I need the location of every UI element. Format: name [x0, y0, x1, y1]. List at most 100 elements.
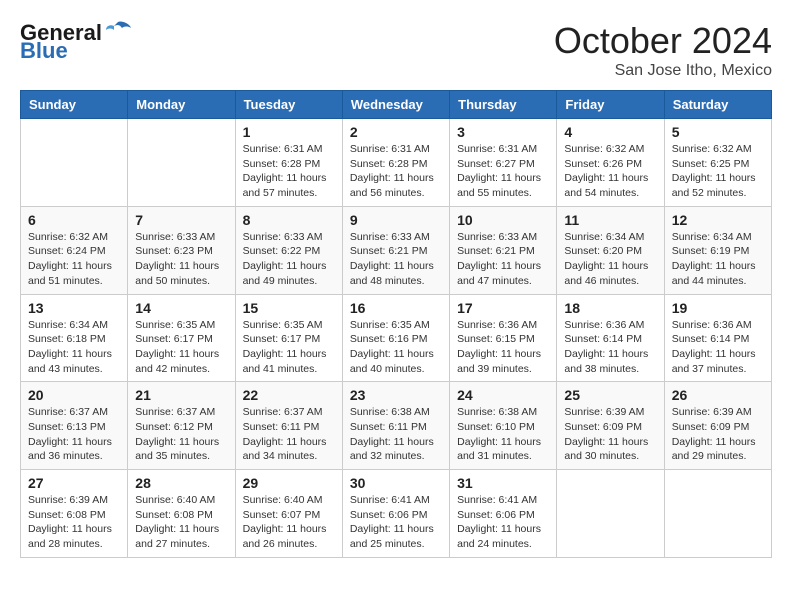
day-number: 20 — [28, 387, 120, 403]
day-info: Sunrise: 6:31 AM Sunset: 6:27 PM Dayligh… — [457, 142, 549, 201]
calendar-cell: 26 Sunrise: 6:39 AM Sunset: 6:09 PM Dayli… — [664, 382, 771, 470]
day-info: Sunrise: 6:34 AM Sunset: 6:20 PM Dayligh… — [564, 230, 656, 289]
calendar-cell: 29 Sunrise: 6:40 AM Sunset: 6:07 PM Dayli… — [235, 470, 342, 558]
day-number: 15 — [243, 300, 335, 316]
calendar-cell: 24 Sunrise: 6:38 AM Sunset: 6:10 PM Dayli… — [450, 382, 557, 470]
day-number: 7 — [135, 212, 227, 228]
day-number: 23 — [350, 387, 442, 403]
day-info: Sunrise: 6:32 AM Sunset: 6:24 PM Dayligh… — [28, 230, 120, 289]
day-info: Sunrise: 6:37 AM Sunset: 6:12 PM Dayligh… — [135, 405, 227, 464]
day-number: 26 — [672, 387, 764, 403]
day-info: Sunrise: 6:38 AM Sunset: 6:10 PM Dayligh… — [457, 405, 549, 464]
calendar-week-row: 13Sunrise: 6:34 AM Sunset: 6:18 PM Dayli… — [21, 294, 772, 382]
weekday-header: Tuesday — [235, 91, 342, 119]
calendar-cell: 19 Sunrise: 6:36 AM Sunset: 6:14 PM Dayli… — [664, 294, 771, 382]
calendar-cell: 20Sunrise: 6:37 AM Sunset: 6:13 PM Dayli… — [21, 382, 128, 470]
day-info: Sunrise: 6:33 AM Sunset: 6:21 PM Dayligh… — [350, 230, 442, 289]
day-number: 4 — [564, 124, 656, 140]
day-info: Sunrise: 6:32 AM Sunset: 6:25 PM Dayligh… — [672, 142, 764, 201]
calendar-cell — [128, 119, 235, 207]
calendar-cell: 22 Sunrise: 6:37 AM Sunset: 6:11 PM Dayli… — [235, 382, 342, 470]
calendar-cell: 12Sunrise: 6:34 AM Sunset: 6:19 PM Dayli… — [664, 206, 771, 294]
day-info: Sunrise: 6:38 AM Sunset: 6:11 PM Dayligh… — [350, 405, 442, 464]
day-number: 16 — [350, 300, 442, 316]
calendar-cell: 25Sunrise: 6:39 AM Sunset: 6:09 PM Dayli… — [557, 382, 664, 470]
calendar-cell: 7 Sunrise: 6:33 AM Sunset: 6:23 PM Daylig… — [128, 206, 235, 294]
calendar-cell: 15 Sunrise: 6:35 AM Sunset: 6:17 PM Dayli… — [235, 294, 342, 382]
day-info: Sunrise: 6:33 AM Sunset: 6:21 PM Dayligh… — [457, 230, 549, 289]
day-info: Sunrise: 6:39 AM Sunset: 6:09 PM Dayligh… — [564, 405, 656, 464]
day-number: 29 — [243, 475, 335, 491]
calendar-week-row: 20Sunrise: 6:37 AM Sunset: 6:13 PM Dayli… — [21, 382, 772, 470]
calendar-cell: 28 Sunrise: 6:40 AM Sunset: 6:08 PM Dayli… — [128, 470, 235, 558]
weekday-header: Thursday — [450, 91, 557, 119]
calendar-week-row: 1Sunrise: 6:31 AM Sunset: 6:28 PM Daylig… — [21, 119, 772, 207]
calendar-cell: 11 Sunrise: 6:34 AM Sunset: 6:20 PM Dayli… — [557, 206, 664, 294]
calendar-cell: 31 Sunrise: 6:41 AM Sunset: 6:06 PM Dayli… — [450, 470, 557, 558]
day-number: 22 — [243, 387, 335, 403]
logo-bird-icon — [104, 20, 132, 42]
day-info: Sunrise: 6:35 AM Sunset: 6:17 PM Dayligh… — [135, 318, 227, 377]
day-number: 21 — [135, 387, 227, 403]
day-info: Sunrise: 6:36 AM Sunset: 6:14 PM Dayligh… — [672, 318, 764, 377]
day-number: 31 — [457, 475, 549, 491]
weekday-header: Saturday — [664, 91, 771, 119]
day-info: Sunrise: 6:31 AM Sunset: 6:28 PM Dayligh… — [243, 142, 335, 201]
logo: General Blue — [20, 20, 132, 64]
day-info: Sunrise: 6:37 AM Sunset: 6:11 PM Dayligh… — [243, 405, 335, 464]
day-info: Sunrise: 6:39 AM Sunset: 6:09 PM Dayligh… — [672, 405, 764, 464]
calendar-cell — [21, 119, 128, 207]
day-number: 19 — [672, 300, 764, 316]
day-number: 6 — [28, 212, 120, 228]
day-number: 11 — [564, 212, 656, 228]
location-subtitle: San Jose Itho, Mexico — [554, 62, 772, 80]
day-info: Sunrise: 6:36 AM Sunset: 6:14 PM Dayligh… — [564, 318, 656, 377]
calendar-cell: 5 Sunrise: 6:32 AM Sunset: 6:25 PM Daylig… — [664, 119, 771, 207]
day-number: 27 — [28, 475, 120, 491]
title-section: October 2024 San Jose Itho, Mexico — [554, 20, 772, 80]
day-info: Sunrise: 6:41 AM Sunset: 6:06 PM Dayligh… — [457, 493, 549, 552]
day-info: Sunrise: 6:34 AM Sunset: 6:18 PM Dayligh… — [28, 318, 120, 377]
day-number: 2 — [350, 124, 442, 140]
day-info: Sunrise: 6:40 AM Sunset: 6:08 PM Dayligh… — [135, 493, 227, 552]
day-number: 10 — [457, 212, 549, 228]
day-number: 8 — [243, 212, 335, 228]
calendar-header-row: SundayMondayTuesdayWednesdayThursdayFrid… — [21, 91, 772, 119]
day-info: Sunrise: 6:32 AM Sunset: 6:26 PM Dayligh… — [564, 142, 656, 201]
calendar-cell: 27 Sunrise: 6:39 AM Sunset: 6:08 PM Dayli… — [21, 470, 128, 558]
day-number: 28 — [135, 475, 227, 491]
day-number: 14 — [135, 300, 227, 316]
day-info: Sunrise: 6:35 AM Sunset: 6:16 PM Dayligh… — [350, 318, 442, 377]
calendar-cell: 8 Sunrise: 6:33 AM Sunset: 6:22 PM Daylig… — [235, 206, 342, 294]
calendar-cell: 10 Sunrise: 6:33 AM Sunset: 6:21 PM Dayli… — [450, 206, 557, 294]
day-info: Sunrise: 6:40 AM Sunset: 6:07 PM Dayligh… — [243, 493, 335, 552]
calendar-cell: 16 Sunrise: 6:35 AM Sunset: 6:16 PM Dayli… — [342, 294, 449, 382]
weekday-header: Friday — [557, 91, 664, 119]
day-info: Sunrise: 6:31 AM Sunset: 6:28 PM Dayligh… — [350, 142, 442, 201]
calendar-cell: 2 Sunrise: 6:31 AM Sunset: 6:28 PM Daylig… — [342, 119, 449, 207]
day-number: 30 — [350, 475, 442, 491]
calendar-cell: 14 Sunrise: 6:35 AM Sunset: 6:17 PM Dayli… — [128, 294, 235, 382]
calendar-cell: 21 Sunrise: 6:37 AM Sunset: 6:12 PM Dayli… — [128, 382, 235, 470]
calendar-cell: 13Sunrise: 6:34 AM Sunset: 6:18 PM Dayli… — [21, 294, 128, 382]
weekday-header: Monday — [128, 91, 235, 119]
day-number: 24 — [457, 387, 549, 403]
calendar-cell — [664, 470, 771, 558]
calendar-cell: 18Sunrise: 6:36 AM Sunset: 6:14 PM Dayli… — [557, 294, 664, 382]
day-info: Sunrise: 6:33 AM Sunset: 6:23 PM Dayligh… — [135, 230, 227, 289]
day-info: Sunrise: 6:33 AM Sunset: 6:22 PM Dayligh… — [243, 230, 335, 289]
day-info: Sunrise: 6:36 AM Sunset: 6:15 PM Dayligh… — [457, 318, 549, 377]
calendar-cell: 30Sunrise: 6:41 AM Sunset: 6:06 PM Dayli… — [342, 470, 449, 558]
calendar-cell: 3Sunrise: 6:31 AM Sunset: 6:27 PM Daylig… — [450, 119, 557, 207]
day-number: 9 — [350, 212, 442, 228]
weekday-header: Sunday — [21, 91, 128, 119]
day-info: Sunrise: 6:35 AM Sunset: 6:17 PM Dayligh… — [243, 318, 335, 377]
calendar-cell: 17Sunrise: 6:36 AM Sunset: 6:15 PM Dayli… — [450, 294, 557, 382]
calendar-cell: 6 Sunrise: 6:32 AM Sunset: 6:24 PM Daylig… — [21, 206, 128, 294]
calendar-table: SundayMondayTuesdayWednesdayThursdayFrid… — [20, 90, 772, 558]
day-info: Sunrise: 6:39 AM Sunset: 6:08 PM Dayligh… — [28, 493, 120, 552]
weekday-header: Wednesday — [342, 91, 449, 119]
logo-blue-text: Blue — [20, 38, 68, 64]
calendar-cell: 9 Sunrise: 6:33 AM Sunset: 6:21 PM Daylig… — [342, 206, 449, 294]
day-number: 5 — [672, 124, 764, 140]
